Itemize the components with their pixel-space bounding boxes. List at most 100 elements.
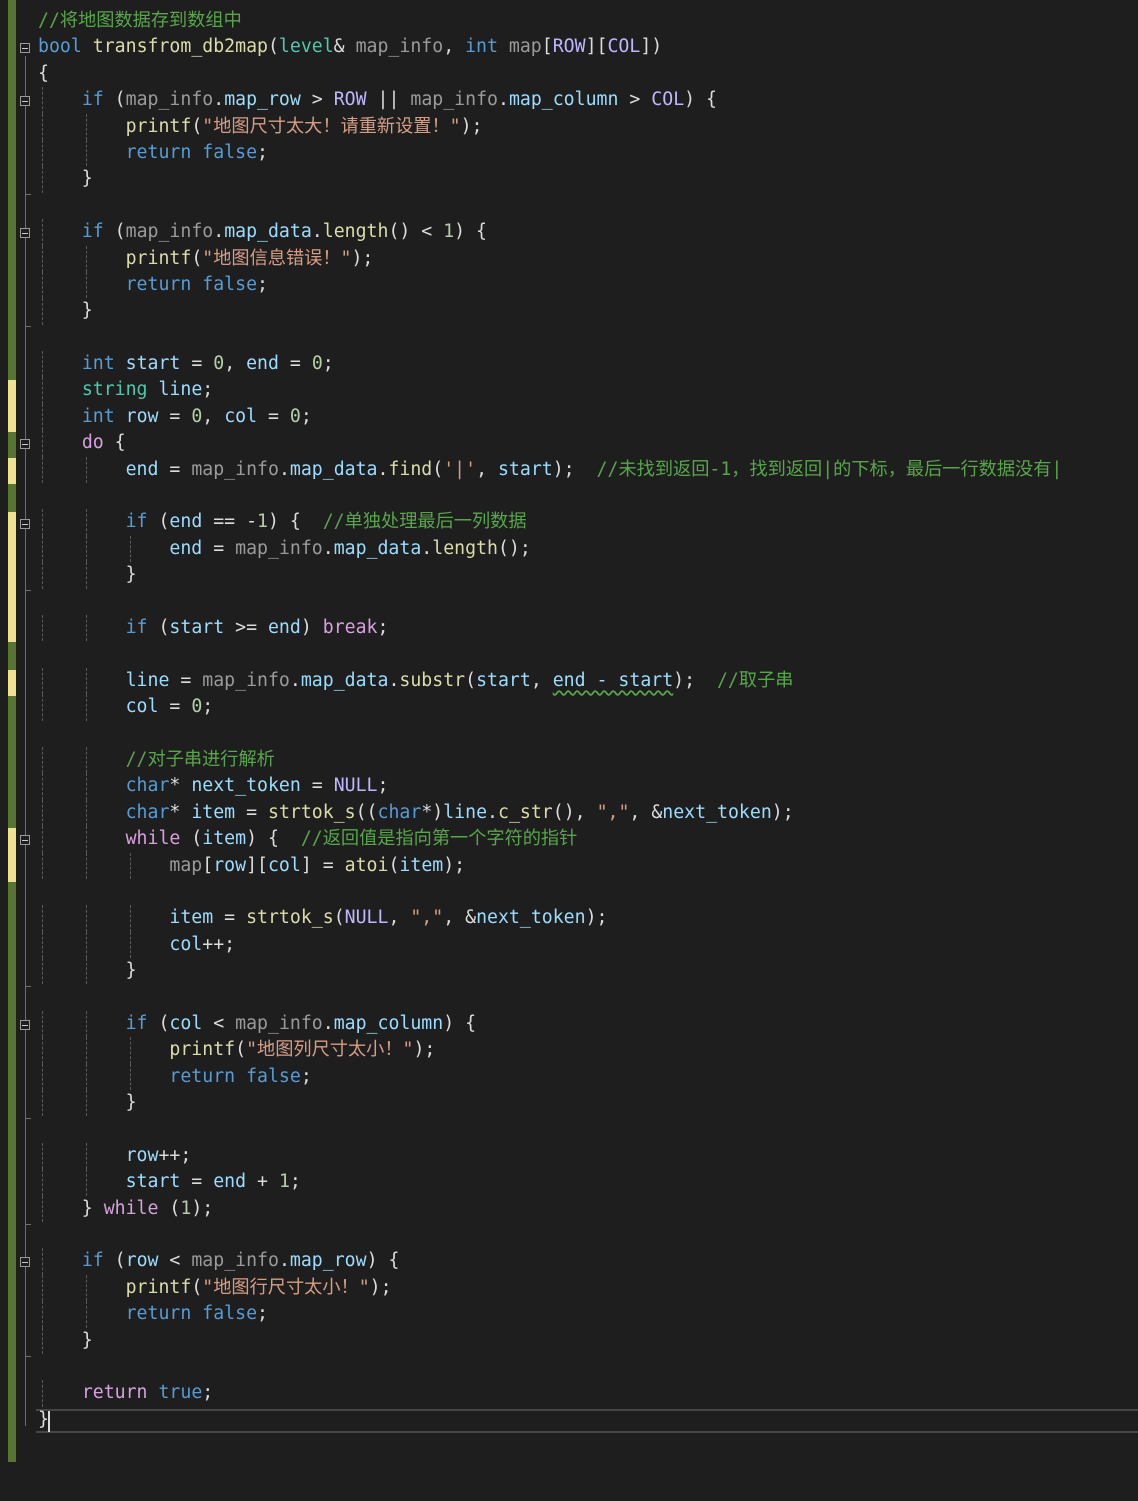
code-token: map_info [191, 458, 279, 480]
code-line[interactable]: bool transfrom_db2map(level& map_info, i… [38, 34, 1138, 60]
code-line[interactable] [38, 984, 1138, 1010]
code-line[interactable]: do { [38, 430, 1138, 457]
code-line[interactable]: char* next_token = NULL; [38, 773, 1138, 800]
code-line[interactable]: } [38, 1407, 1138, 1433]
code-line[interactable]: col = 0; [38, 694, 1138, 721]
code-line[interactable]: int start = 0, end = 0; [38, 351, 1138, 378]
indent-guide [42, 271, 43, 299]
code-token: 0 [311, 353, 323, 375]
code-comment: //返回值是指向第一个字符的指针 [300, 828, 578, 850]
code-line[interactable]: return false; [38, 271, 1138, 299]
code-line[interactable]: if (map_info.map_data.length() < 1) { [38, 219, 1138, 246]
collapse-block-icon[interactable] [20, 1257, 30, 1267]
code-line[interactable]: if (col < map_info.map_column) { [38, 1010, 1138, 1038]
code-token: . [487, 801, 498, 823]
code-line[interactable] [38, 879, 1138, 905]
code-token: ( [103, 1250, 126, 1272]
code-line[interactable]: //将地图数据存到数组中 [38, 8, 1138, 34]
code-editor[interactable]: //将地图数据存到数组中 bool transfrom_db2map(level&… [38, 8, 1138, 1433]
code-line[interactable]: if (end == -1) { //单独处理最后一列数据 [38, 509, 1138, 536]
collapse-block-icon[interactable] [20, 96, 30, 106]
code-line[interactable]: start = end + 1; [38, 1169, 1138, 1196]
code-token: ) [300, 616, 323, 638]
code-line[interactable]: } [38, 298, 1138, 325]
code-line[interactable]: { [38, 61, 1138, 87]
code-line[interactable]: col++; [38, 931, 1138, 959]
code-token: "地图行尺寸太小！" [202, 1276, 370, 1298]
code-line[interactable]: printf("地图尺寸太大！请重新设置！"); [38, 113, 1138, 140]
code-line[interactable] [38, 641, 1138, 667]
collapse-block-icon[interactable] [20, 228, 30, 238]
code-line[interactable]: line = map_info.map_data.substr(start, e… [38, 667, 1138, 695]
code-line[interactable] [38, 1116, 1138, 1142]
code-line[interactable] [38, 193, 1138, 219]
code-line[interactable]: //对子串进行解析 [38, 746, 1138, 774]
collapse-block-icon[interactable] [20, 835, 30, 845]
code-token: } [38, 564, 137, 586]
code-line[interactable]: } [38, 1090, 1138, 1117]
collapse-function-icon[interactable] [20, 43, 30, 53]
code-line[interactable]: } [38, 1327, 1138, 1354]
code-line[interactable] [38, 483, 1138, 509]
code-line[interactable]: return false; [38, 1063, 1138, 1091]
code-token: line [443, 801, 488, 823]
collapse-block-icon[interactable] [20, 1020, 30, 1030]
code-line[interactable]: end = map_info.map_data.find('|', start)… [38, 456, 1138, 484]
code-line[interactable]: return false; [38, 1301, 1138, 1328]
indent-guide [85, 1037, 87, 1064]
code-line[interactable]: int row = 0, col = 0; [38, 403, 1138, 431]
indent-guide [42, 139, 43, 167]
code-line[interactable]: } [38, 562, 1138, 589]
code-line[interactable]: } [38, 958, 1138, 985]
code-token: "地图尺寸太大！请重新设置！" [202, 115, 461, 137]
code-line[interactable]: if (row < map_info.map_row) { [38, 1248, 1138, 1275]
code-line[interactable]: printf("地图信息错误！"); [38, 245, 1138, 272]
code-line[interactable]: return false; [38, 139, 1138, 167]
code-token: atoi [344, 854, 389, 876]
collapse-block-icon[interactable] [20, 519, 30, 529]
code-token: find [388, 458, 433, 480]
code-line[interactable]: } while (1); [38, 1195, 1138, 1222]
collapse-block-icon[interactable] [20, 439, 30, 449]
code-token: || [366, 89, 411, 111]
code-line[interactable]: row++; [38, 1142, 1138, 1170]
code-line[interactable]: } [38, 166, 1138, 193]
code-token: int [81, 353, 115, 375]
code-line[interactable]: if (start >= end) break; [38, 614, 1138, 642]
code-line[interactable]: return true; [38, 1380, 1138, 1407]
code-line[interactable] [38, 721, 1138, 747]
code-token: if [125, 511, 148, 533]
code-token: return [125, 273, 192, 295]
code-token: { [103, 432, 126, 454]
code-token: ; [377, 775, 389, 797]
code-line[interactable]: string line; [38, 377, 1138, 404]
code-line[interactable]: char* item = strtok_s((char*)line.c_str(… [38, 799, 1138, 827]
code-line[interactable]: printf("地图列尺寸太小！"); [38, 1037, 1138, 1064]
code-line[interactable]: if (map_info.map_row > ROW || map_info.m… [38, 87, 1138, 114]
code-line[interactable] [38, 325, 1138, 351]
code-line[interactable]: map[row][col] = atoi(item); [38, 852, 1138, 879]
code-token: row [125, 1250, 159, 1272]
code-token: next_token [191, 775, 301, 797]
code-line[interactable]: end = map_info.map_data.length(); [38, 535, 1138, 563]
code-line[interactable]: while (item) { //返回值是指向第一个字符的指针 [38, 826, 1138, 853]
code-token: == - [202, 511, 258, 533]
code-line[interactable]: item = strtok_s(NULL, ",", &next_token); [38, 905, 1138, 932]
indent-guide [42, 905, 43, 932]
indent-guide [42, 1090, 43, 1117]
code-token: (); [497, 537, 531, 559]
code-token: ) { [267, 511, 323, 533]
code-line[interactable] [38, 589, 1138, 615]
code-token: ( [158, 1197, 181, 1219]
code-line[interactable] [38, 1354, 1138, 1380]
code-token: end [169, 537, 203, 559]
code-line[interactable]: printf("地图行尺寸太小！"); [38, 1274, 1138, 1302]
code-line[interactable] [38, 1222, 1138, 1248]
